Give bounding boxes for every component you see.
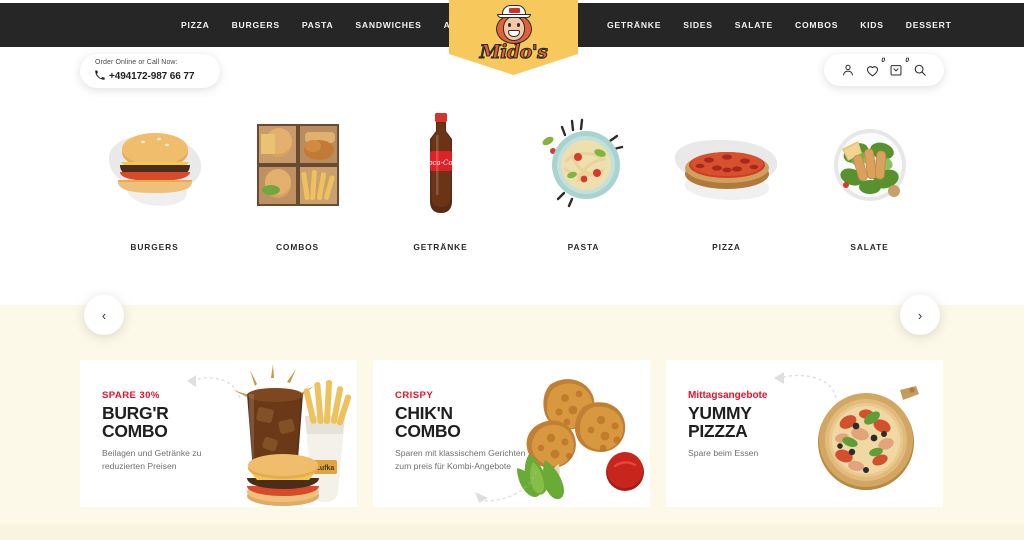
cheeseburger-icon bbox=[83, 110, 226, 220]
category-item-getraenke[interactable]: Coca-Cola GETRÄNKE bbox=[369, 110, 512, 252]
nav-item-dessert[interactable]: DESSERT bbox=[895, 20, 963, 30]
promo-kicker: CRISPY bbox=[395, 390, 434, 401]
carousel-prev-button[interactable]: ‹ bbox=[84, 295, 124, 335]
nav-item-salate[interactable]: SALATE bbox=[724, 20, 784, 30]
combo-box-icon bbox=[226, 110, 369, 220]
promo-kicker: SPARE 30% bbox=[102, 390, 160, 401]
promo-card-yummy-pizza[interactable]: Mittagsangebote YUMMY PIZZZA Spare beim … bbox=[666, 360, 943, 507]
page-root: PIZZA BURGERS PASTA SANDWICHES ANGEBOTE … bbox=[0, 0, 1024, 540]
pasta-plate-icon bbox=[512, 110, 655, 220]
cola-bottle-icon: Coca-Cola bbox=[369, 110, 512, 220]
nav-item-getraenke[interactable]: GETRÄNKE bbox=[596, 20, 672, 30]
nav-item-burgers[interactable]: BURGERS bbox=[221, 20, 291, 30]
promo-card-chikn-combo[interactable]: CRISPY CHIK'N COMBO Sparen mit klassisch… bbox=[373, 360, 650, 507]
wishlist-count-badge: 0 bbox=[881, 57, 885, 64]
utility-icon-bar: 0 0 bbox=[824, 54, 944, 86]
category-carousel: BURGERS COMBOS Coca-Cola GETRÄNKE PASTA … bbox=[0, 110, 1024, 335]
phone-number: +494172-987 66 77 bbox=[109, 70, 195, 82]
nav-item-sandwiches[interactable]: SANDWICHES bbox=[344, 20, 432, 30]
account-icon[interactable] bbox=[839, 61, 857, 79]
promotions-section: Lufka SPARE 30% BURG'R COMBO Beilagen un… bbox=[0, 305, 1024, 540]
nav-links-right: GETRÄNKE SIDES SALATE COMBOS KIDS DESSER… bbox=[596, 3, 963, 47]
category-label: GETRÄNKE bbox=[413, 242, 468, 252]
carousel-next-button[interactable]: › bbox=[900, 295, 940, 335]
promo-title: YUMMY PIZZZA bbox=[688, 403, 752, 442]
promo-text-block: SPARE 30% BURG'R COMBO Beilagen und Getr… bbox=[102, 390, 242, 473]
promo-card-burger-combo[interactable]: Lufka SPARE 30% BURG'R COMBO Beilagen un… bbox=[80, 360, 357, 507]
promo-text-block: Mittagsangebote YUMMY PIZZZA Spare beim … bbox=[688, 390, 828, 460]
nav-item-pasta[interactable]: PASTA bbox=[291, 20, 345, 30]
svg-text:Lufka: Lufka bbox=[316, 465, 335, 472]
category-label: PASTA bbox=[567, 242, 600, 252]
nav-item-combos[interactable]: COMBOS bbox=[784, 20, 849, 30]
nav-item-kids[interactable]: KIDS bbox=[849, 20, 895, 30]
promo-subtitle: Sparen mit klassischem Gerichten zum pre… bbox=[395, 448, 526, 471]
phone-icon bbox=[95, 67, 105, 85]
search-icon[interactable] bbox=[911, 61, 929, 79]
call-now-pill[interactable]: Order Online or Call Now: +494172-987 66… bbox=[80, 54, 220, 88]
category-item-combos[interactable]: COMBOS bbox=[226, 110, 369, 252]
svg-text:Coca-Cola: Coca-Cola bbox=[422, 159, 458, 167]
promo-kicker: Mittagsangebote bbox=[688, 390, 768, 401]
logo-wordmark: Mido's bbox=[479, 41, 548, 63]
nav-item-sides[interactable]: SIDES bbox=[672, 20, 724, 30]
promo-title: BURG'R COMBO bbox=[102, 403, 169, 442]
promo-subtitle: Beilagen und Getränke zu reduzierten Pre… bbox=[102, 448, 202, 471]
category-label: SALATE bbox=[850, 242, 889, 252]
cart-bag-icon[interactable]: 0 bbox=[887, 57, 909, 79]
category-item-salate[interactable]: SALATE bbox=[798, 110, 941, 252]
promo-subtitle: Spare beim Essen bbox=[688, 448, 759, 459]
nav-item-pizza[interactable]: PIZZA bbox=[170, 20, 221, 30]
promo-card-list: Lufka SPARE 30% BURG'R COMBO Beilagen un… bbox=[80, 360, 944, 507]
category-label: BURGERS bbox=[130, 242, 179, 252]
promo-text-block: CRISPY CHIK'N COMBO Sparen mit klassisch… bbox=[395, 390, 535, 473]
category-item-pizza[interactable]: PIZZA bbox=[655, 110, 798, 252]
category-item-pasta[interactable]: PASTA bbox=[512, 110, 655, 252]
cart-count-badge: 0 bbox=[905, 57, 909, 64]
mascot-chef-icon bbox=[493, 5, 535, 45]
category-list: BURGERS COMBOS Coca-Cola GETRÄNKE PASTA … bbox=[0, 110, 1024, 252]
site-logo[interactable]: Mido's bbox=[449, 0, 578, 75]
promo-title: CHIK'N COMBO bbox=[395, 403, 461, 442]
category-label: COMBOS bbox=[275, 242, 320, 252]
chicken-salad-icon bbox=[798, 110, 941, 220]
burger-fries-drink-image: Lufka bbox=[225, 364, 355, 507]
category-label: PIZZA bbox=[712, 242, 741, 252]
call-now-caption: Order Online or Call Now: bbox=[95, 59, 178, 66]
wishlist-heart-icon[interactable]: 0 bbox=[863, 57, 885, 79]
category-item-burgers[interactable]: BURGERS bbox=[83, 110, 226, 252]
pepperoni-pizza-icon bbox=[655, 110, 798, 220]
